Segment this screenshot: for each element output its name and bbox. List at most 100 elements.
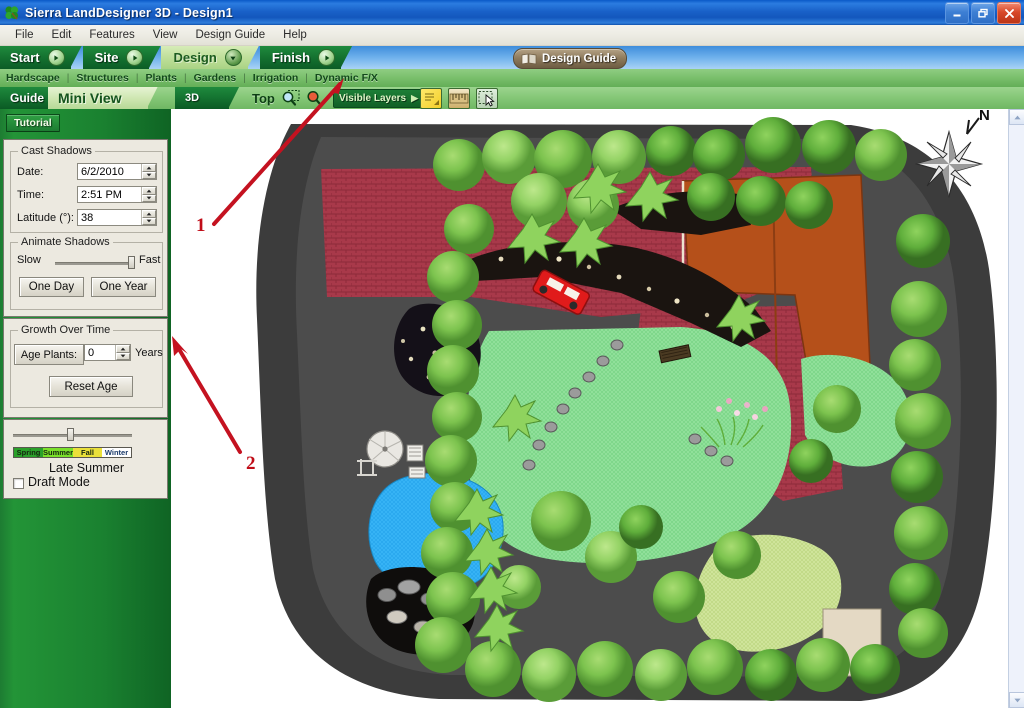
notes-icon[interactable] bbox=[420, 88, 442, 109]
menu-item-help[interactable]: Help bbox=[274, 27, 316, 43]
season-segment-summer: Summer bbox=[43, 448, 74, 457]
play-icon bbox=[318, 49, 336, 66]
subtab-hardscape[interactable]: Hardscape bbox=[6, 72, 60, 84]
book-icon bbox=[521, 53, 537, 65]
date-input[interactable] bbox=[78, 164, 141, 179]
subtab-gardens[interactable]: Gardens bbox=[194, 72, 237, 84]
season-color-bar[interactable]: Spring Summer Fall Winter bbox=[13, 447, 132, 458]
time-row: Time: bbox=[17, 186, 158, 203]
season-segment-winter: Winter bbox=[102, 448, 132, 457]
latitude-spin-buttons[interactable] bbox=[141, 210, 156, 225]
latitude-spinner[interactable] bbox=[77, 209, 157, 226]
design-canvas[interactable]: N bbox=[171, 109, 1024, 708]
one-year-button[interactable]: One Year bbox=[91, 277, 156, 297]
date-spinner[interactable] bbox=[77, 163, 157, 180]
date-spin-down[interactable] bbox=[142, 171, 156, 179]
design-guide-button[interactable]: Design Guide bbox=[513, 48, 628, 69]
application-window: Sierra LandDesigner 3D - Design1 File Ed… bbox=[0, 0, 1024, 708]
reset-age-button[interactable]: Reset Age bbox=[49, 376, 133, 397]
scroll-up-button[interactable] bbox=[1009, 109, 1024, 125]
patio-chair-object-2 bbox=[408, 466, 426, 479]
window-title: Sierra LandDesigner 3D - Design1 bbox=[25, 5, 233, 20]
visible-layers-button[interactable]: Visible Layers ▶ bbox=[333, 89, 425, 108]
age-plants-spin-buttons[interactable] bbox=[115, 345, 130, 360]
animate-speed-slider-track[interactable] bbox=[55, 262, 134, 265]
view-mode-label: Top bbox=[252, 90, 275, 106]
tab-mini-view[interactable]: Mini View bbox=[48, 87, 158, 109]
menu-item-view[interactable]: View bbox=[144, 27, 187, 43]
animate-speed-slider-thumb[interactable] bbox=[128, 256, 135, 269]
close-button[interactable] bbox=[997, 2, 1021, 24]
latitude-spin-up[interactable] bbox=[142, 210, 156, 218]
play-icon bbox=[47, 49, 65, 66]
compass-north-label: N bbox=[979, 109, 990, 124]
menu-item-design-guide[interactable]: Design Guide bbox=[186, 27, 274, 43]
age-plants-spin-up[interactable] bbox=[116, 345, 130, 353]
date-label: Date: bbox=[17, 165, 44, 178]
magnifier-zoom-in-icon[interactable] bbox=[281, 89, 302, 108]
landscape-plan-drawing[interactable]: N bbox=[171, 109, 1024, 708]
ruler-measure-icon[interactable] bbox=[448, 88, 470, 109]
subtab-dynamic-fx[interactable]: Dynamic F/X bbox=[315, 72, 378, 84]
time-spin-up[interactable] bbox=[142, 187, 156, 195]
subtab-separator: | bbox=[243, 72, 246, 84]
age-plants-spin-down[interactable] bbox=[116, 352, 130, 360]
title-bar: Sierra LandDesigner 3D - Design1 bbox=[0, 0, 1024, 25]
subtab-separator: | bbox=[183, 72, 187, 84]
stage-tab-site[interactable]: Site bbox=[82, 46, 161, 69]
tab-3d[interactable]: 3D bbox=[175, 87, 240, 109]
magnifier-zoom-out-icon[interactable] bbox=[305, 89, 326, 108]
triangle-right-icon: ▶ bbox=[411, 93, 419, 103]
menu-item-edit[interactable]: Edit bbox=[43, 27, 81, 43]
latitude-spin-down[interactable] bbox=[142, 217, 156, 225]
animate-shadows-group: Animate Shadows Slow Fast One Day One Ye… bbox=[10, 236, 163, 310]
slow-label: Slow bbox=[17, 254, 41, 266]
time-spin-down[interactable] bbox=[142, 194, 156, 202]
growth-dialog: Growth Over Time Age Plants: Years Reset… bbox=[3, 318, 168, 418]
left-panel: Tutorial Cast Shadows Date: Time: bbox=[0, 109, 171, 708]
subtab-irrigation[interactable]: Irrigation bbox=[253, 72, 299, 84]
draft-mode-checkbox[interactable] bbox=[13, 478, 24, 489]
canvas-vertical-scrollbar[interactable] bbox=[1008, 109, 1024, 708]
restore-button[interactable] bbox=[971, 2, 995, 24]
annotation-number-1: 1 bbox=[196, 215, 206, 236]
scroll-down-button[interactable] bbox=[1009, 692, 1024, 708]
play-icon bbox=[126, 49, 144, 66]
visible-layers-label: Visible Layers bbox=[339, 93, 407, 104]
season-segment-fall: Fall bbox=[73, 448, 103, 457]
age-plants-button[interactable]: Age Plants: bbox=[14, 344, 84, 365]
menu-item-features[interactable]: Features bbox=[80, 27, 143, 43]
minimize-button[interactable] bbox=[945, 2, 969, 24]
tutorial-button[interactable]: Tutorial bbox=[6, 114, 60, 132]
ribbon-subtabs: Hardscape | Structures | Plants | Garden… bbox=[0, 69, 1024, 87]
latitude-label: Latitude (°): bbox=[17, 211, 74, 224]
time-input[interactable] bbox=[78, 187, 141, 202]
growth-over-time-group: Growth Over Time Age Plants: Years Reset… bbox=[10, 324, 163, 408]
design-guide-label: Design Guide bbox=[542, 52, 617, 65]
season-slider-thumb[interactable] bbox=[67, 428, 74, 441]
fast-label: Fast bbox=[139, 254, 161, 266]
patio-chair-object-1 bbox=[406, 444, 424, 462]
time-spinner[interactable] bbox=[77, 186, 157, 203]
annotation-number-2: 2 bbox=[246, 453, 256, 474]
age-plants-input[interactable] bbox=[85, 345, 115, 360]
stage-tab-design[interactable]: Design bbox=[161, 46, 259, 69]
time-spin-buttons[interactable] bbox=[141, 187, 156, 202]
tab-guide-label: Guide bbox=[10, 91, 45, 105]
stage-tab-start[interactable]: Start bbox=[0, 46, 82, 69]
menu-item-file[interactable]: File bbox=[6, 27, 43, 43]
tab-mini-view-label: Mini View bbox=[58, 90, 122, 106]
one-day-button[interactable]: One Day bbox=[19, 277, 84, 297]
latitude-input[interactable] bbox=[78, 210, 141, 225]
subtab-plants[interactable]: Plants bbox=[145, 72, 177, 84]
stage-tab-finish[interactable]: Finish bbox=[259, 46, 353, 69]
date-spin-up[interactable] bbox=[142, 164, 156, 172]
season-dialog: Spring Summer Fall Winter Late Summer Dr… bbox=[3, 419, 168, 499]
stage-tabs: Start Site Design Finish bbox=[0, 46, 353, 69]
stage-label-design: Design bbox=[173, 50, 217, 65]
date-spin-buttons[interactable] bbox=[141, 164, 156, 179]
subtab-structures[interactable]: Structures bbox=[76, 72, 129, 84]
select-arrow-icon[interactable] bbox=[476, 88, 498, 109]
age-plants-spinner[interactable] bbox=[84, 344, 131, 361]
subtab-separator: | bbox=[135, 72, 139, 84]
